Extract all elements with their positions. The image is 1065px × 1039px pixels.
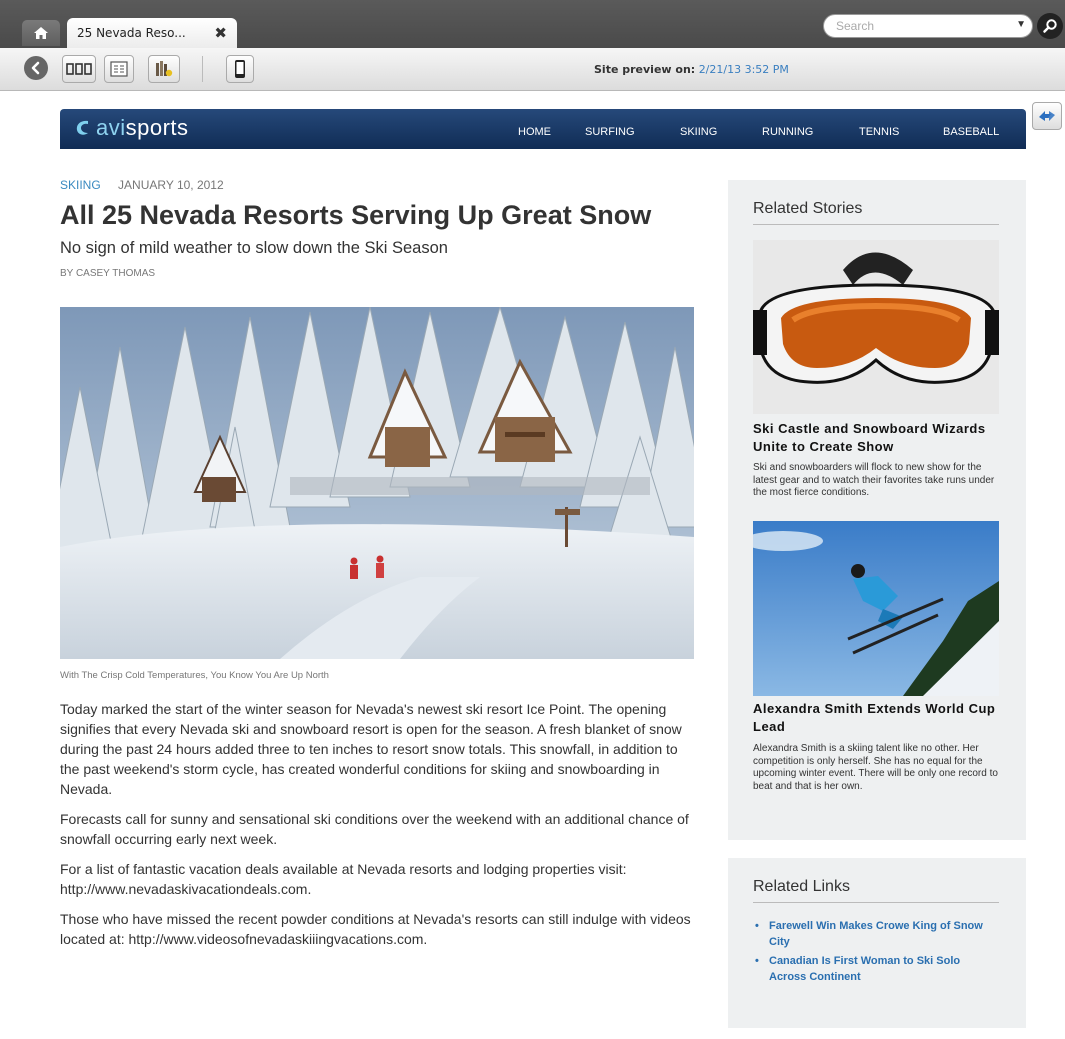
bullet-icon: •	[755, 920, 759, 932]
article-view-icon	[110, 61, 128, 77]
site-header: avisports HOME SURFING SKIING RUNNING TE…	[60, 109, 1026, 149]
story-summary: Alexandra Smith is a skiing talent like …	[753, 743, 998, 792]
search-input[interactable]: Search ▼	[823, 14, 1033, 38]
related-stories-title: Related Stories	[753, 200, 999, 225]
search-placeholder: Search	[836, 19, 875, 33]
home-button[interactable]	[22, 20, 60, 46]
search-icon	[1043, 19, 1057, 33]
article-paragraph: Those who have missed the recent powder …	[60, 911, 691, 947]
image-caption: With The Crisp Cold Temperatures, You Kn…	[60, 670, 329, 681]
tab-close-icon[interactable]: ✖	[214, 25, 227, 41]
related-stories-panel: Related Stories Ski Castle and Snowboard…	[728, 180, 1026, 840]
related-link-item[interactable]: • Canadian Is First Woman to Ski Solo Acr…	[753, 953, 993, 985]
article-meta: SKIING JANUARY 10, 2012	[60, 178, 224, 192]
skier-image[interactable]	[753, 521, 999, 696]
logo-swirl-icon	[76, 120, 88, 135]
search-button[interactable]	[1037, 13, 1063, 39]
back-button[interactable]	[24, 56, 48, 80]
grid-view-button[interactable]	[62, 55, 96, 83]
bullet-icon: •	[755, 955, 759, 967]
browser-tab-bar: 25 Nevada Reso... ✖ Search ▼	[0, 0, 1065, 48]
nav-running[interactable]: RUNNING	[762, 126, 813, 138]
home-icon	[34, 27, 48, 39]
article-date: JANUARY 10, 2012	[118, 178, 224, 192]
site-logo[interactable]: avisports	[74, 115, 189, 141]
grid-view-icon	[66, 63, 92, 75]
related-links-title: Related Links	[753, 878, 999, 903]
article-paragraph: Today marked the start of the winter sea…	[60, 701, 682, 797]
story-title[interactable]: Alexandra Smith Extends World Cup Lead	[753, 700, 1003, 736]
device-preview-button[interactable]	[226, 55, 254, 83]
preview-label: Site preview on:	[594, 63, 696, 76]
nav-home[interactable]: HOME	[518, 126, 551, 138]
sync-button[interactable]	[1032, 102, 1062, 130]
logo-suffix: sports	[125, 115, 189, 140]
chevron-down-icon[interactable]: ▼	[1016, 19, 1026, 30]
article-subhead: No sign of mild weather to slow down the…	[60, 239, 448, 257]
tab-title: 25 Nevada Reso...	[77, 26, 186, 40]
related-link-item[interactable]: • Farewell Win Makes Crowe King of Snow C…	[753, 918, 993, 950]
article-headline: All 25 Nevada Resorts Serving Up Great S…	[60, 200, 652, 230]
nav-tennis[interactable]: TENNIS	[859, 126, 899, 138]
related-links-panel: Related Links • Farewell Win Makes Crowe …	[728, 858, 1026, 1028]
related-link-label[interactable]: Farewell Win Makes Crowe King of Snow Ci…	[769, 920, 983, 948]
article-category[interactable]: SKIING	[60, 178, 101, 192]
nav-skiing[interactable]: SKIING	[680, 126, 717, 138]
article-view-button[interactable]	[104, 55, 134, 83]
preview-date[interactable]: 2/21/13 3:52 PM	[699, 63, 789, 76]
related-links-list: • Farewell Win Makes Crowe King of Snow C…	[753, 918, 993, 988]
browser-tab[interactable]: 25 Nevada Reso... ✖	[67, 18, 237, 48]
hero-image	[60, 307, 694, 659]
sitemap-button[interactable]	[148, 55, 180, 83]
story-summary: Ski and snowboarders will flock to new s…	[753, 462, 995, 498]
browser-toolbar	[0, 48, 1065, 130]
back-arrow-icon	[31, 61, 40, 75]
story-title[interactable]: Ski Castle and Snowboard Wizards Unite t…	[753, 420, 1003, 456]
logo-prefix: avi	[96, 115, 126, 140]
goggles-image[interactable]	[753, 240, 999, 414]
article-body: Today marked the start of the winter sea…	[60, 699, 700, 959]
nav-baseball[interactable]: BASEBALL	[943, 126, 999, 138]
phone-icon	[235, 60, 245, 78]
sync-icon	[1039, 111, 1055, 121]
article-paragraph: For a list of fantastic vacation deals a…	[60, 861, 627, 897]
site-preview-status: Site preview on: 2/21/13 3:52 PM	[594, 63, 789, 76]
nav-surfing[interactable]: SURFING	[585, 126, 635, 138]
related-link-label[interactable]: Canadian Is First Woman to Ski Solo Acro…	[769, 955, 960, 983]
article-paragraph: Forecasts call for sunny and sensational…	[60, 811, 689, 847]
toolbar-divider	[202, 56, 203, 82]
article-byline: BY CASEY THOMAS	[60, 268, 156, 279]
library-icon	[156, 61, 173, 77]
